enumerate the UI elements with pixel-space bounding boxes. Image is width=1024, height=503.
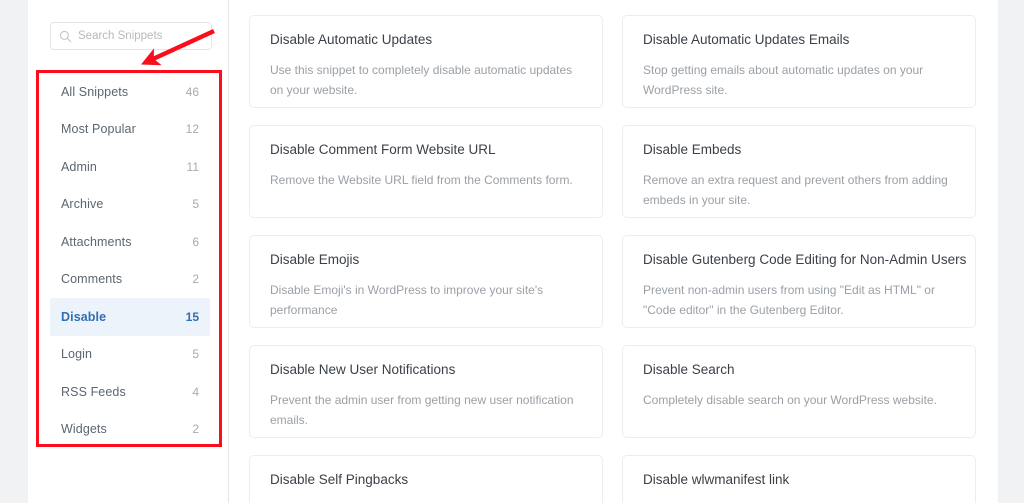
snippet-card[interactable]: Disable Emojis Disable Emoji's in WordPre…	[249, 235, 603, 328]
sidebar-item-count: 12	[186, 122, 199, 136]
sidebar-item-most-popular[interactable]: Most Popular 12	[50, 111, 210, 149]
sidebar-item-label: Admin	[61, 160, 97, 174]
snippet-card[interactable]: Disable Automatic Updates Emails Stop get…	[622, 15, 976, 108]
snippet-card[interactable]: Disable Search Completely disable search …	[622, 345, 976, 438]
snippet-card-grid: Disable Automatic Updates Use this snippe…	[249, 15, 976, 503]
snippet-card-description: Remove the Website URL field from the Co…	[270, 171, 582, 190]
app-root: All Snippets46Most Popular12Admin11Archi…	[0, 0, 1024, 503]
app-panel: All Snippets46Most Popular12Admin11Archi…	[28, 0, 998, 503]
snippet-card-title: Disable Emojis	[270, 252, 582, 268]
sidebar-item-count: 15	[186, 310, 199, 324]
snippet-card-description: Remove an extra request and prevent othe…	[643, 171, 955, 210]
sidebar: All Snippets46Most Popular12Admin11Archi…	[28, 0, 229, 503]
sidebar-item-label: RSS Feeds	[61, 385, 126, 399]
sidebar-item-label: Most Popular	[61, 122, 136, 136]
category-list: All Snippets46Most Popular12Admin11Archi…	[50, 73, 210, 448]
sidebar-item-rss-feeds[interactable]: RSS Feeds 4	[50, 373, 210, 411]
sidebar-item-label: Archive	[61, 197, 103, 211]
snippet-card-title: Disable Search	[643, 362, 955, 378]
sidebar-item-all-snippets[interactable]: All Snippets 46	[50, 73, 210, 111]
search-box[interactable]	[50, 22, 212, 50]
snippet-card-title: Disable wlwmanifest link	[643, 472, 955, 488]
snippet-card-title: Disable Automatic Updates	[270, 32, 582, 48]
sidebar-item-count: 2	[192, 422, 199, 436]
sidebar-item-label: Disable	[61, 310, 106, 324]
snippet-content: Disable Automatic Updates Use this snippe…	[229, 0, 998, 503]
snippet-card[interactable]: Disable Embeds Remove an extra request an…	[622, 125, 976, 218]
sidebar-item-count: 5	[192, 197, 199, 211]
sidebar-item-count: 11	[187, 160, 199, 174]
sidebar-item-admin[interactable]: Admin 11	[50, 148, 210, 186]
sidebar-item-label: Widgets	[61, 422, 107, 436]
sidebar-item-count: 2	[192, 272, 199, 286]
snippet-card-description: Prevent non-admin users from using "Edit…	[643, 281, 955, 320]
sidebar-item-login[interactable]: Login 5	[50, 336, 210, 374]
sidebar-item-widgets[interactable]: Widgets 2	[50, 411, 210, 449]
sidebar-item-comments[interactable]: Comments 2	[50, 261, 210, 299]
snippet-card[interactable]: Disable Self Pingbacks	[249, 455, 603, 503]
snippet-card[interactable]: Disable New User Notifications Prevent th…	[249, 345, 603, 438]
snippet-card-title: Disable Gutenberg Code Editing for Non-A…	[643, 252, 955, 268]
sidebar-item-count: 4	[192, 385, 199, 399]
sidebar-item-count: 46	[186, 85, 199, 99]
snippet-card-title: Disable Comment Form Website URL	[270, 142, 582, 158]
snippet-card-description: Prevent the admin user from getting new …	[270, 391, 582, 430]
snippet-card-title: Disable New User Notifications	[270, 362, 582, 378]
snippet-card-description: Use this snippet to completely disable a…	[270, 61, 582, 100]
sidebar-item-label: Attachments	[61, 235, 132, 249]
snippet-card-description: Disable Emoji's in WordPress to improve …	[270, 281, 582, 320]
search-input[interactable]	[78, 30, 203, 42]
search-icon	[59, 30, 72, 43]
sidebar-item-label: Comments	[61, 272, 122, 286]
sidebar-item-label: All Snippets	[61, 85, 128, 99]
snippet-card[interactable]: Disable Gutenberg Code Editing for Non-A…	[622, 235, 976, 328]
snippet-card-title: Disable Embeds	[643, 142, 955, 158]
sidebar-item-archive[interactable]: Archive 5	[50, 186, 210, 224]
snippet-card-title: Disable Automatic Updates Emails	[643, 32, 955, 48]
snippet-card[interactable]: Disable Comment Form Website URL Remove t…	[249, 125, 603, 218]
snippet-card-title: Disable Self Pingbacks	[270, 472, 582, 488]
snippet-card-description: Completely disable search on your WordPr…	[643, 391, 955, 410]
sidebar-item-disable[interactable]: Disable 15	[50, 298, 210, 336]
sidebar-item-count: 6	[192, 235, 199, 249]
sidebar-item-attachments[interactable]: Attachments 6	[50, 223, 210, 261]
search-container	[50, 22, 212, 50]
sidebar-item-count: 5	[192, 347, 199, 361]
snippet-card-description: Stop getting emails about automatic upda…	[643, 61, 955, 100]
snippet-card[interactable]: Disable wlwmanifest link	[622, 455, 976, 503]
sidebar-item-label: Login	[61, 347, 92, 361]
snippet-card[interactable]: Disable Automatic Updates Use this snippe…	[249, 15, 603, 108]
